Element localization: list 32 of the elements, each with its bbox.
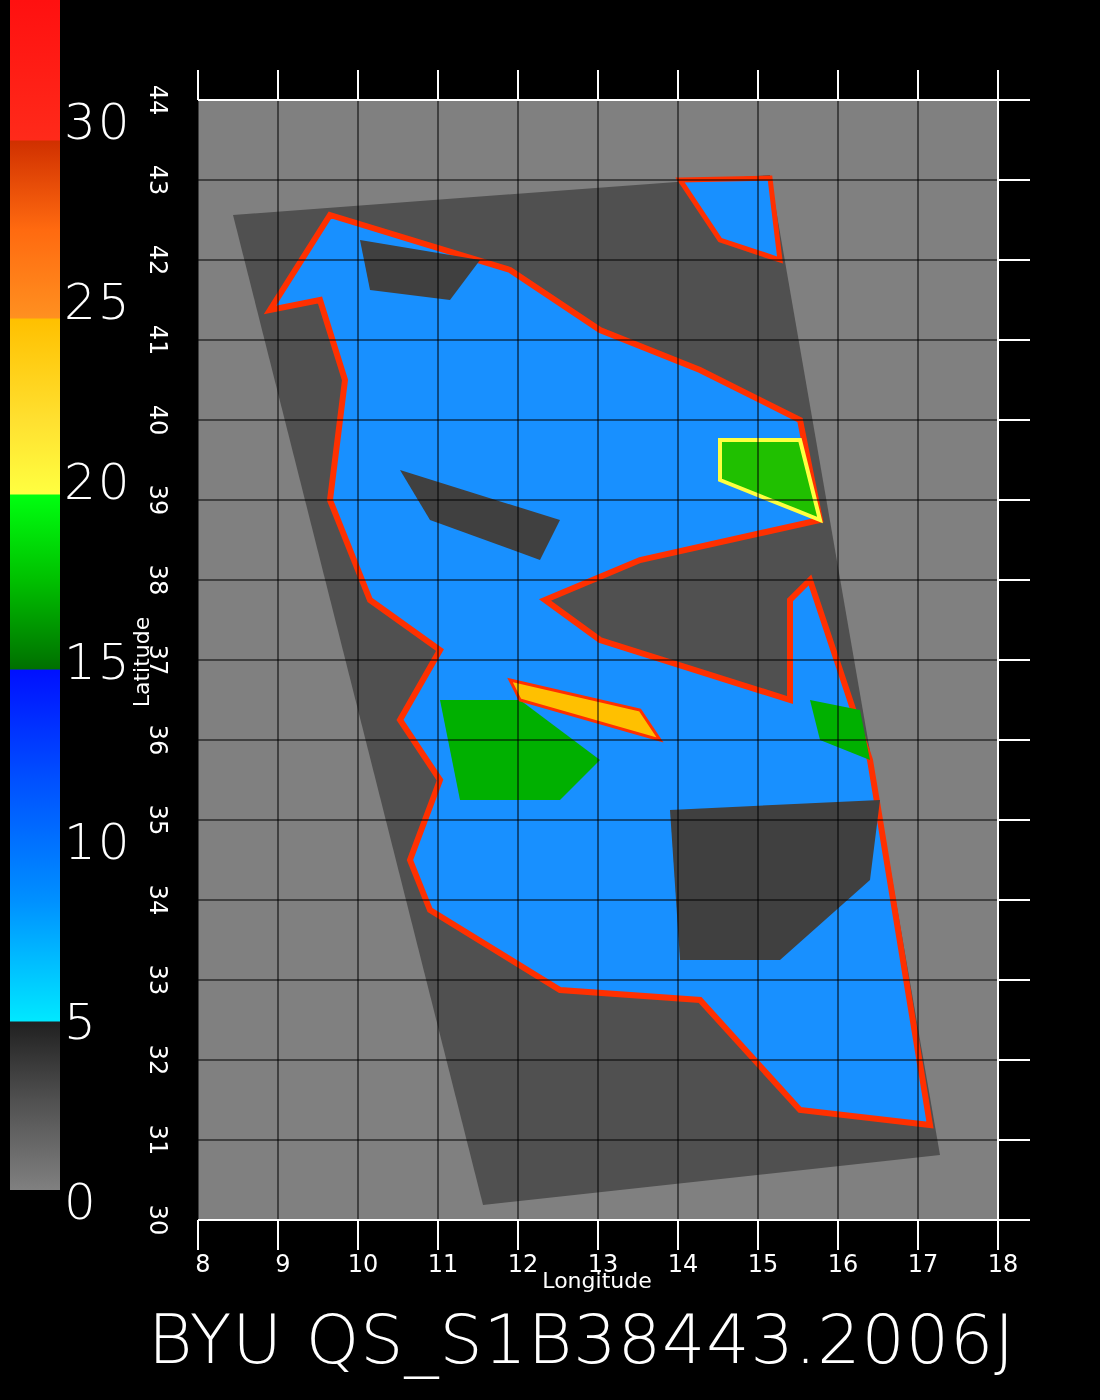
axis-tick-label: 44 bbox=[144, 84, 172, 116]
axis-tick-label: 35 bbox=[144, 804, 172, 836]
axis-tick-label: 8 bbox=[195, 1250, 211, 1278]
axis-tick-label: 16 bbox=[827, 1250, 859, 1278]
axis-tick-label: 14 bbox=[667, 1250, 699, 1278]
axis-tick-label: 12 bbox=[507, 1250, 539, 1278]
scale-label: 30 bbox=[64, 97, 132, 147]
scale-label: 15 bbox=[64, 637, 132, 687]
axis-tick-label: 40 bbox=[144, 404, 172, 436]
axis-tick-label: 38 bbox=[144, 564, 172, 596]
axis-tick-label: 36 bbox=[144, 724, 172, 756]
axis-tick-label: 39 bbox=[144, 484, 172, 516]
axis-tick-label: 17 bbox=[907, 1250, 939, 1278]
scale-label: 25 bbox=[64, 277, 132, 327]
scale-label: 20 bbox=[64, 457, 132, 507]
axis-tick-label: 34 bbox=[144, 884, 172, 916]
axis-tick-label: 18 bbox=[987, 1250, 1019, 1278]
axis-tick-label: 42 bbox=[144, 244, 172, 276]
axis-tick-label: 10 bbox=[347, 1250, 379, 1278]
axis-tick-label: 9 bbox=[275, 1250, 291, 1278]
plot-title: BYU QS_S1B38443.2006J bbox=[148, 1300, 1016, 1379]
axis-tick-label: 41 bbox=[144, 324, 172, 356]
axis-tick-label: 15 bbox=[747, 1250, 779, 1278]
scale-label: 0 bbox=[64, 1177, 98, 1227]
scale-label: 10 bbox=[64, 817, 132, 867]
axis-tick-label: 11 bbox=[427, 1250, 459, 1278]
axis-tick-label: 31 bbox=[144, 1124, 172, 1156]
axis-tick-label: 32 bbox=[144, 1044, 172, 1076]
scale-label: 5 bbox=[64, 997, 98, 1047]
axis-tick-label: 33 bbox=[144, 964, 172, 996]
axis-tick-label: 30 bbox=[144, 1204, 172, 1236]
axis-tick-label: 43 bbox=[144, 164, 172, 196]
